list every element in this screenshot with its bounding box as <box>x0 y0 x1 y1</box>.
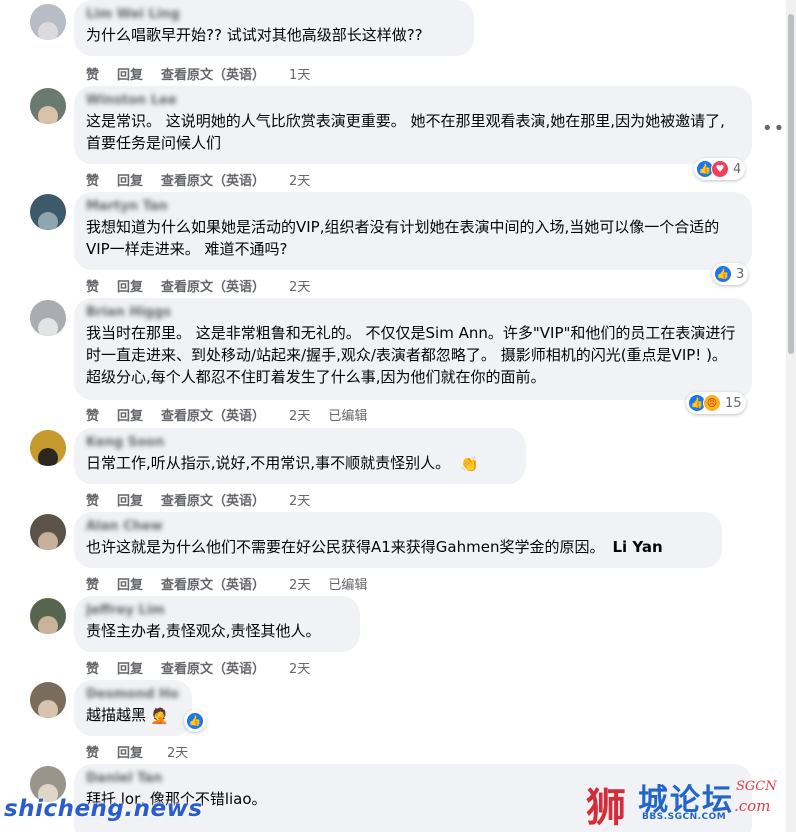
reaction-summary[interactable]: 👍 <box>184 710 206 732</box>
reply-button[interactable]: 回复 <box>117 68 143 83</box>
comment-bubble: Jeffrey Lim 责怪主办者,责怪观众,责怪其他人。 <box>74 596 360 652</box>
comment-bubble: Winston Lee 这是常识。 这说明她的人气比欣赏表演更重要。 她不在那里… <box>74 86 752 164</box>
reaction-summary[interactable]: 👍 3 <box>712 263 749 285</box>
comment-text-body: 日常工作,听从指示,说好,不用常识,事不顺就责怪别人。 <box>86 454 451 472</box>
clapping-hands-icon: 👏 <box>460 454 479 473</box>
comment-text-body: 也许这就是为什么他们不需要在好公民获得A1来获得Gahmen奖学金的原因。 <box>86 538 605 556</box>
like-button[interactable]: 赞 <box>86 68 99 83</box>
scrollbar[interactable] <box>786 0 796 832</box>
edited-label: 已编辑 <box>328 409 368 424</box>
comment-bubble: Lim Wei Ling 为什么唱歌早开始?? 试试对其他高级部长这样做?? <box>74 0 474 56</box>
lion-logo-icon: 狮 <box>586 784 626 831</box>
comment-author[interactable]: Jeffrey Lim <box>86 603 346 618</box>
comment-author[interactable]: Desmond Ho <box>86 687 178 702</box>
watermark-sgcn: SGCN <box>736 779 777 794</box>
avatar[interactable] <box>30 4 66 40</box>
comment-text: 越描越黑 🤦 <box>86 704 178 727</box>
comment-actions: 赞 回复 查看原文（英语） 2天 <box>86 170 328 189</box>
mention-link[interactable]: Li Yan <box>612 538 662 556</box>
reply-button[interactable]: 回复 <box>117 662 143 677</box>
comment-text: 责怪主办者,责怪观众,责怪其他人。 <box>86 622 321 640</box>
reply-button[interactable]: 回复 <box>117 494 143 509</box>
comment-time[interactable]: 2天 <box>167 746 188 761</box>
facepalm-icon: 🤦 <box>150 706 169 725</box>
see-original-button[interactable]: 查看原文（英语） <box>161 662 265 677</box>
like-button[interactable]: 赞 <box>86 280 99 295</box>
comment-text: 这是常识。 这说明她的人气比欣赏表演更重要。 她不在那里观看表演,她在那里,因为… <box>86 112 725 152</box>
watermark-dotcom: .com <box>734 797 771 815</box>
comment-actions: 赞 回复 查看原文（英语） 2天 <box>86 490 328 509</box>
comment-actions: 赞 回复 查看原文（英语） 2天 已编辑 <box>86 405 385 424</box>
see-original-button[interactable]: 查看原文（英语） <box>161 68 265 83</box>
comment-author[interactable]: Martyn Tan <box>86 199 738 214</box>
comment-text: 我当时在那里。 这是非常粗鲁和无礼的。 不仅仅是Sim Ann。许多"VIP"和… <box>86 324 736 386</box>
see-original-button[interactable]: 查看原文（英语） <box>161 280 265 295</box>
comment-time[interactable]: 2天 <box>289 494 310 509</box>
comment-text: 日常工作,听从指示,说好,不用常识,事不顺就责怪别人。 👏 <box>86 452 512 475</box>
like-button[interactable]: 赞 <box>86 409 99 424</box>
see-original-button[interactable]: 查看原文（英语） <box>161 409 265 424</box>
see-original-button[interactable]: 查看原文（英语） <box>161 494 265 509</box>
comment-time[interactable]: 2天 <box>289 174 310 189</box>
reply-button[interactable]: 回复 <box>117 578 143 593</box>
edited-label: 已编辑 <box>328 578 368 593</box>
see-original-button[interactable]: 查看原文（英语） <box>161 578 265 593</box>
comment-bubble: Martyn Tan 我想知道为什么如果她是活动的VIP,组织者没有计划她在表演… <box>74 192 752 270</box>
reaction-count: 15 <box>725 395 742 411</box>
comment-time[interactable]: 1天 <box>289 68 310 83</box>
comment-actions: 赞 回复 查看原文（英语） 2天 <box>86 276 328 295</box>
angry-reaction-icon: 😠 <box>703 394 721 412</box>
avatar[interactable] <box>30 598 66 634</box>
love-reaction-icon: ♥ <box>711 160 729 178</box>
reply-button[interactable]: 回复 <box>117 174 143 189</box>
comment-author[interactable]: Brian Higgs <box>86 305 738 320</box>
like-reaction-icon: 👍 <box>714 265 732 283</box>
comment-actions: 赞 回复 2天 <box>86 742 206 761</box>
reply-button[interactable]: 回复 <box>117 409 143 424</box>
reaction-summary[interactable]: 👍 ♥ 4 <box>694 158 746 180</box>
see-original-button[interactable]: 查看原文（英语） <box>161 174 265 189</box>
comment-bubble: Keng Soon 日常工作,听从指示,说好,不用常识,事不顺就责怪别人。 👏 <box>74 428 526 484</box>
avatar[interactable] <box>30 194 66 230</box>
like-button[interactable]: 赞 <box>86 578 99 593</box>
comment-text: 我想知道为什么如果她是活动的VIP,组织者没有计划她在表演中间的入场,当她可以像… <box>86 218 720 258</box>
avatar[interactable] <box>30 430 66 466</box>
like-reaction-icon: 👍 <box>186 712 204 730</box>
reaction-count: 4 <box>733 161 742 177</box>
reply-button[interactable]: 回复 <box>117 280 143 295</box>
comment-author[interactable]: Alan Chew <box>86 519 708 534</box>
comment-time[interactable]: 2天 <box>289 578 310 593</box>
like-button[interactable]: 赞 <box>86 174 99 189</box>
comment-actions: 赞 回复 查看原文（英语） 2天 <box>86 658 328 677</box>
comment-thread: Lim Wei Ling 为什么唱歌早开始?? 试试对其他高级部长这样做?? 赞… <box>0 0 796 832</box>
comment-bubble: Alan Chew 也许这就是为什么他们不需要在好公民获得A1来获得Gahmen… <box>74 512 722 568</box>
comment-author[interactable]: Winston Lee <box>86 93 738 108</box>
comment-text-body: 越描越黑 <box>86 706 147 724</box>
avatar[interactable] <box>30 514 66 550</box>
comment-bubble: Desmond Ho 越描越黑 🤦 <box>74 680 192 736</box>
comment-author[interactable]: Keng Soon <box>86 435 512 450</box>
comment-actions: 赞 回复 查看原文（英语） 1天 <box>86 64 328 83</box>
comment-author[interactable]: Lim Wei Ling <box>86 7 460 22</box>
like-button[interactable]: 赞 <box>86 662 99 677</box>
scrollbar-thumb[interactable] <box>788 14 794 354</box>
comment-time[interactable]: 2天 <box>289 280 310 295</box>
comment-time[interactable]: 2天 <box>289 409 310 424</box>
comment-text: 为什么唱歌早开始?? 试试对其他高级部长这样做?? <box>86 26 423 44</box>
comment-bubble: Brian Higgs 我当时在那里。 这是非常粗鲁和无礼的。 不仅仅是Sim … <box>74 298 752 400</box>
comment-time[interactable]: 2天 <box>289 662 310 677</box>
reply-button[interactable]: 回复 <box>117 746 143 761</box>
reaction-count: 3 <box>736 266 745 282</box>
avatar[interactable] <box>30 682 66 718</box>
like-button[interactable]: 赞 <box>86 494 99 509</box>
avatar[interactable] <box>30 88 66 124</box>
avatar[interactable] <box>30 300 66 336</box>
reaction-summary[interactable]: 👍 😠 15 <box>686 392 746 414</box>
comment-actions: 赞 回复 查看原文（英语） 2天 已编辑 <box>86 574 385 593</box>
comment-text: 也许这就是为什么他们不需要在好公民获得A1来获得Gahmen奖学金的原因。 Li … <box>86 536 708 558</box>
watermark-shicheng: shicheng.news <box>4 796 203 822</box>
watermark-url: BBS.SGCN.COM <box>642 812 727 822</box>
like-button[interactable]: 赞 <box>86 746 99 761</box>
watermark-sgcn-logo: 狮 城论坛 BBS.SGCN.COM SGCN .com <box>586 775 786 831</box>
